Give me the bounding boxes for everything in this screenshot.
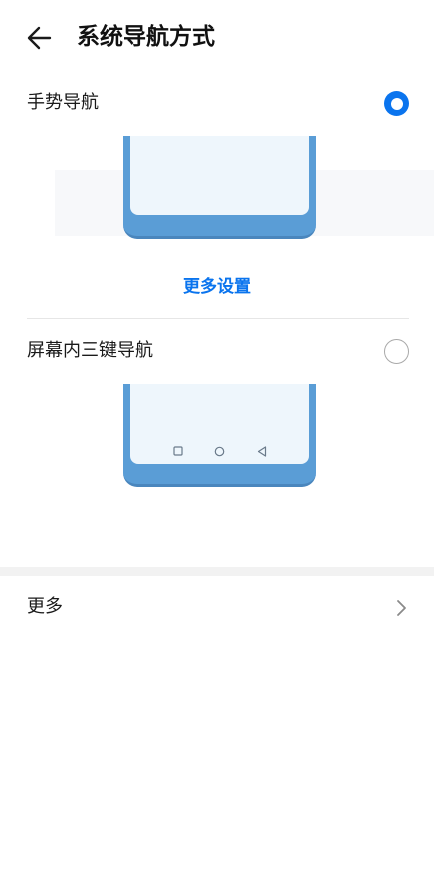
settings-page: 系统导航方式 手势导航 更多设置 屏幕内三键导航 更多	[0, 0, 434, 896]
triangle-left-icon	[255, 444, 269, 458]
phone-screen	[130, 136, 309, 215]
phone-frame	[123, 136, 316, 239]
more-row[interactable]: 更多	[0, 586, 434, 630]
gesture-navigation-illustration	[0, 136, 434, 242]
phone-frame	[123, 384, 316, 487]
circle-icon	[213, 444, 227, 458]
phone-screen	[130, 384, 309, 464]
radio-gesture-navigation[interactable]	[384, 91, 409, 116]
option-label: 屏幕内三键导航	[27, 340, 153, 361]
header: 系统导航方式	[0, 0, 434, 76]
page-title: 系统导航方式	[77, 24, 215, 50]
more-settings-link[interactable]: 更多设置	[0, 274, 434, 300]
square-icon	[171, 444, 185, 458]
nav-keys	[130, 444, 309, 458]
option-gesture-navigation[interactable]: 手势导航	[0, 82, 434, 126]
more-label: 更多	[27, 596, 63, 617]
three-key-navigation-illustration	[0, 384, 434, 490]
chevron-right-icon	[392, 598, 410, 618]
option-three-key-navigation[interactable]: 屏幕内三键导航	[0, 330, 434, 374]
section-separator	[0, 567, 434, 576]
option-label: 手势导航	[27, 92, 99, 113]
divider	[27, 318, 409, 319]
back-button[interactable]	[22, 20, 58, 56]
radio-three-key-navigation[interactable]	[384, 339, 409, 364]
arrow-left-icon	[27, 26, 52, 50]
